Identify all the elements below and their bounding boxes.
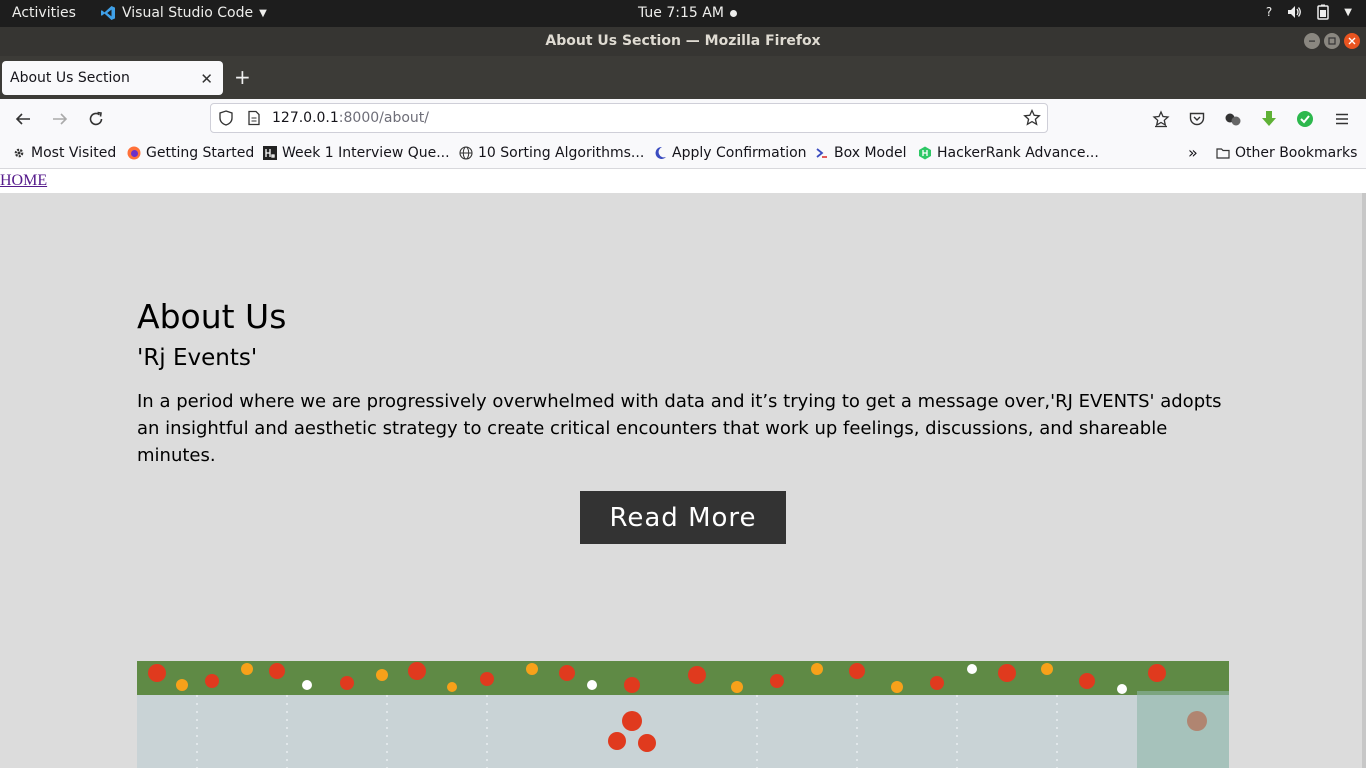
app-name: Visual Studio Code: [122, 5, 254, 21]
window-titlebar: About Us Section — Mozilla Firefox: [0, 27, 1366, 56]
clock-text: Tue 7:15 AM: [638, 5, 724, 21]
gear-icon: [14, 148, 24, 158]
bookmark-label: Most Visited: [31, 145, 117, 161]
hackerrank-icon: [919, 146, 931, 160]
bookmark-label: Week 1 Interview Que...: [282, 145, 450, 161]
moon-icon: [655, 146, 666, 159]
globe-icon: [459, 146, 473, 160]
tab-strip: About Us Section ✕ +: [0, 56, 1366, 99]
download-extension-icon[interactable]: [1260, 110, 1278, 128]
url-bar[interactable]: 127.0.0.1:8000/about/: [210, 103, 1048, 133]
clock[interactable]: Tue 7:15 AM: [638, 5, 737, 21]
navigation-toolbar: 127.0.0.1:8000/about/: [0, 99, 1366, 139]
about-us-heading: About Us: [137, 297, 287, 336]
forward-icon[interactable]: [51, 110, 69, 128]
back-icon[interactable]: [14, 110, 32, 128]
help-icon: ?: [1265, 5, 1273, 19]
chevron-down-icon: ▼: [259, 7, 267, 19]
check-extension-icon[interactable]: [1296, 110, 1314, 128]
about-description: In a period where we are progressively o…: [137, 391, 1222, 466]
window-title: About Us Section — Mozilla Firefox: [545, 33, 821, 49]
url-text: 127.0.0.1:8000/about/: [272, 110, 429, 126]
reading-list-icon[interactable]: [1152, 110, 1170, 128]
bookmark-hackerrank[interactable]: HackerRank Advance...: [918, 145, 1099, 161]
bookmark-star-icon[interactable]: [1023, 109, 1041, 127]
bookmark-label: HackerRank Advance...: [937, 145, 1099, 161]
shield-icon[interactable]: [218, 110, 234, 126]
folder-icon: [1216, 148, 1230, 159]
close-tab-icon[interactable]: ✕: [200, 70, 213, 88]
bookmark-label: 10 Sorting Algorithms...: [478, 145, 645, 161]
pocket-icon[interactable]: [1188, 110, 1206, 128]
other-bookmarks-label: Other Bookmarks: [1235, 145, 1358, 161]
more-bookmarks-chevron-icon[interactable]: »: [1188, 143, 1198, 162]
app-menu[interactable]: Visual Studio Code ▼: [100, 5, 267, 21]
volume-icon: [1288, 6, 1302, 18]
hamburger-menu-icon[interactable]: [1333, 110, 1351, 128]
bookmark-week1-interview[interactable]: Week 1 Interview Que...: [263, 145, 450, 161]
url-host: 127.0.0.1: [272, 110, 339, 126]
battery-icon: [1317, 4, 1330, 20]
company-name-subheading: 'Rj Events': [137, 345, 258, 371]
new-tab-button[interactable]: +: [234, 67, 251, 87]
bookmarks-toolbar: Most Visited Getting Started Week 1 Inte…: [0, 139, 1366, 169]
event-decoration-image: [137, 661, 1229, 768]
window-controls: [1304, 33, 1360, 49]
hackerearth-icon: [263, 146, 277, 160]
extension-icon[interactable]: [1224, 110, 1242, 128]
bookmark-box-model[interactable]: Box Model: [815, 145, 907, 161]
url-path: :8000/about/: [338, 110, 429, 126]
page-viewport: HOME About Us 'Rj Events' In a period wh…: [0, 169, 1366, 768]
page-scrollbar[interactable]: [1362, 193, 1366, 768]
bookmark-sorting-algorithms[interactable]: 10 Sorting Algorithms...: [459, 145, 644, 161]
minimize-button[interactable]: [1304, 33, 1320, 49]
notification-dot-icon: [729, 9, 737, 17]
system-top-bar: Activities Visual Studio Code ▼ Tue 7:15…: [0, 0, 1366, 27]
system-tray[interactable]: ? ▼: [1266, 4, 1352, 20]
bookmark-label: Getting Started: [146, 145, 255, 161]
bookmark-label: Apply Confirmation: [672, 145, 807, 161]
page-info-icon[interactable]: [246, 110, 262, 126]
close-window-button[interactable]: [1344, 33, 1360, 49]
tab-about-us[interactable]: About Us Section ✕: [2, 61, 223, 95]
read-more-button[interactable]: Read More: [580, 491, 786, 544]
bookmark-most-visited[interactable]: Most Visited: [12, 145, 116, 161]
activities-button[interactable]: Activities: [12, 5, 76, 21]
maximize-button[interactable]: [1324, 33, 1340, 49]
vscode-icon: [101, 6, 115, 20]
terminal-icon: [816, 148, 827, 158]
firefox-icon: [127, 146, 141, 160]
reload-icon[interactable]: [87, 110, 105, 128]
tab-label: About Us Section: [10, 70, 130, 86]
page-nav: HOME: [0, 169, 1366, 193]
bookmark-getting-started[interactable]: Getting Started: [127, 145, 254, 161]
system-menu-chevron-icon: ▼: [1344, 6, 1352, 18]
bookmark-label: Box Model: [834, 145, 907, 161]
other-bookmarks[interactable]: Other Bookmarks: [1216, 145, 1357, 161]
bookmark-apply-confirmation[interactable]: Apply Confirmation: [653, 145, 807, 161]
home-link[interactable]: HOME: [0, 172, 47, 190]
flower-decoration-image: [137, 661, 1229, 768]
